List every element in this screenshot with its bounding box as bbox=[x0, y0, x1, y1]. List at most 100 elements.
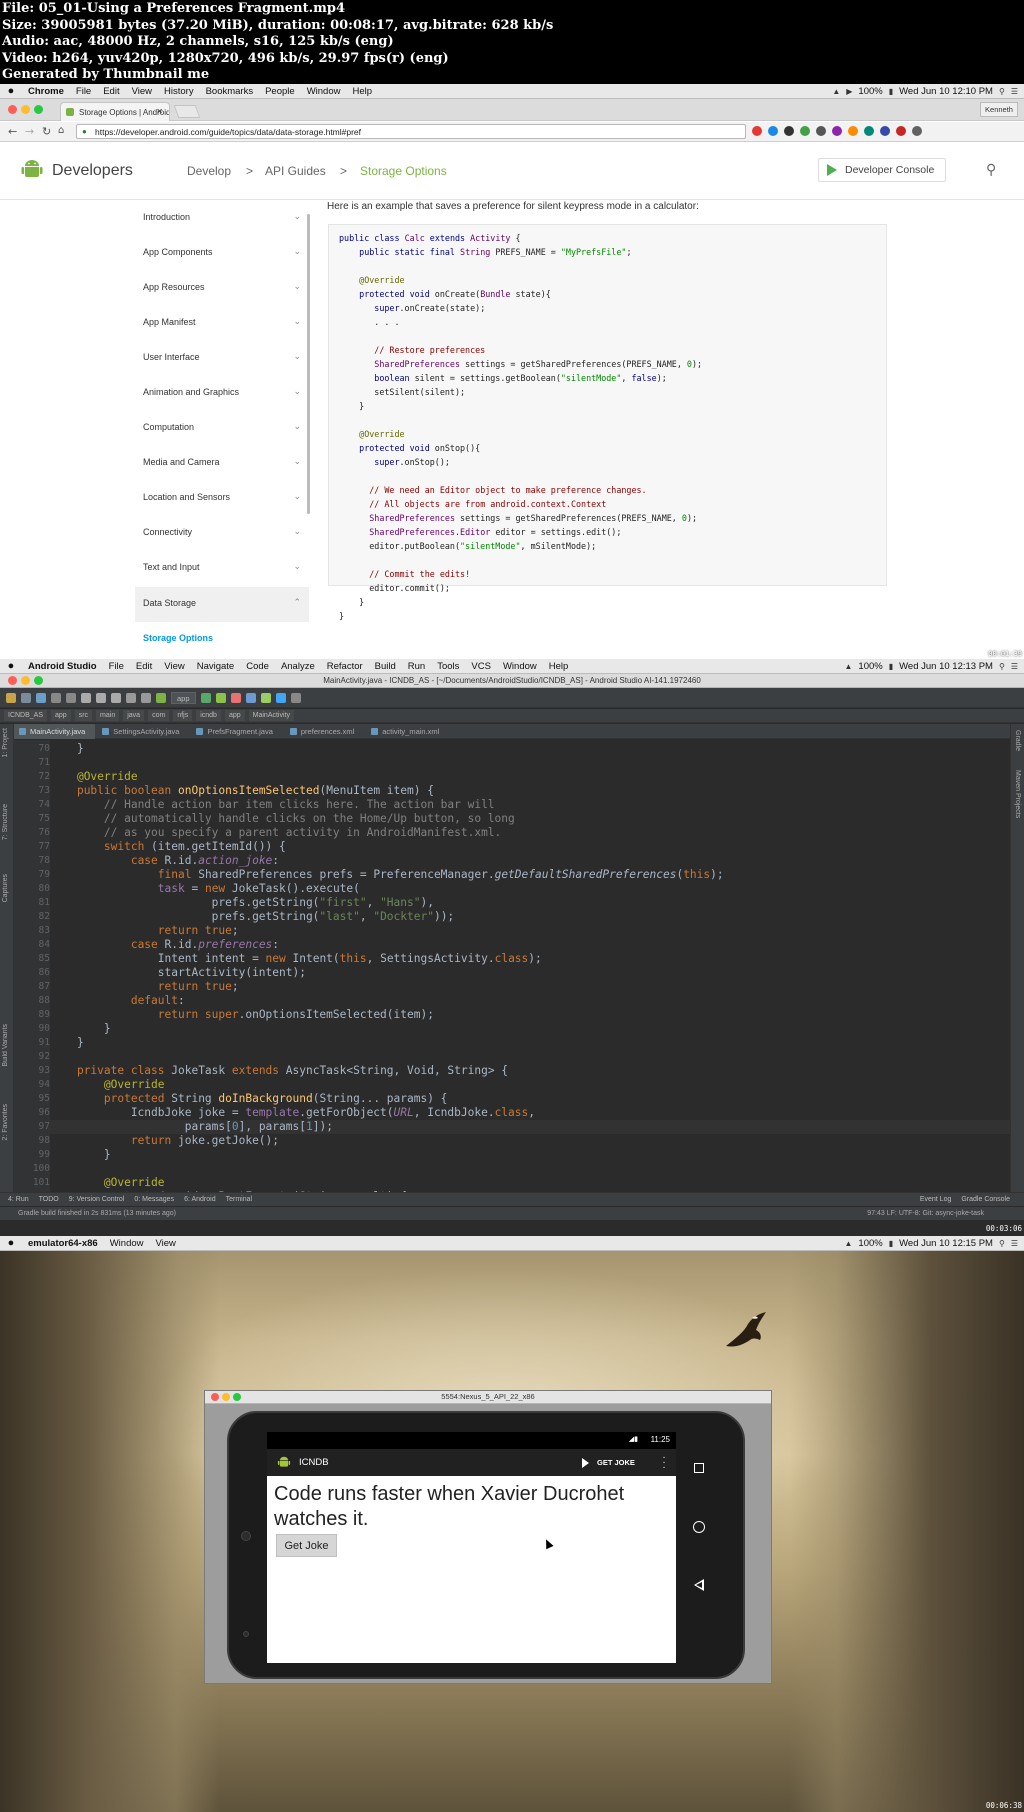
apple-icon[interactable]: ● bbox=[0, 660, 22, 672]
spotlight-icon[interactable]: ⚲ bbox=[999, 1239, 1005, 1248]
notification-icon[interactable]: ☰ bbox=[1011, 87, 1018, 96]
tool-gradle[interactable]: Gradle bbox=[1014, 730, 1021, 751]
spotlight-icon[interactable]: ⚲ bbox=[999, 662, 1005, 671]
notification-icon[interactable]: ☰ bbox=[1011, 1239, 1018, 1248]
home-icon[interactable] bbox=[693, 1521, 705, 1533]
battery-level[interactable]: 100% bbox=[858, 86, 882, 97]
back-icon[interactable] bbox=[694, 1579, 704, 1591]
menu-bookmarks[interactable]: Bookmarks bbox=[200, 86, 260, 97]
maximize-window-icon[interactable] bbox=[34, 676, 43, 685]
search-icon[interactable]: ⚲ bbox=[986, 162, 996, 178]
cut-icon[interactable] bbox=[81, 692, 91, 703]
close-window-icon[interactable] bbox=[8, 105, 17, 114]
close-window-icon[interactable] bbox=[8, 676, 17, 685]
profile-button[interactable]: Kenneth bbox=[980, 102, 1018, 117]
tool-project[interactable]: 1: Project bbox=[2, 728, 9, 758]
address-bar[interactable]: ● https://developer.android.com/guide/to… bbox=[76, 124, 746, 139]
get-joke-action[interactable]: GET JOKE bbox=[597, 1458, 635, 1467]
tab-settingsactivity[interactable]: SettingsActivity.java bbox=[97, 724, 189, 739]
reload-icon[interactable]: ↻ bbox=[42, 125, 51, 138]
menu-window[interactable]: Window bbox=[104, 1238, 150, 1249]
menubar-clock[interactable]: Wed Jun 10 12:15 PM bbox=[899, 1238, 993, 1249]
help-icon[interactable] bbox=[290, 692, 301, 703]
stop-icon[interactable] bbox=[230, 692, 241, 703]
nav-crumb[interactable]: com bbox=[148, 710, 170, 721]
menu-navigate[interactable]: Navigate bbox=[191, 661, 241, 672]
sidebar-item-data-storage[interactable]: Data Storage ⌃ bbox=[135, 587, 309, 622]
menu-refactor[interactable]: Refactor bbox=[321, 661, 369, 672]
emulator-title-bar[interactable]: 5554:Nexus_5_API_22_x86 bbox=[205, 1391, 771, 1404]
tool-build-variants[interactable]: Build Variants bbox=[2, 1024, 9, 1067]
extension-icon[interactable] bbox=[864, 126, 874, 136]
wifi-icon[interactable]: ▲ bbox=[832, 87, 840, 96]
tool-maven[interactable]: Maven Projects bbox=[1014, 770, 1021, 818]
close-window-icon[interactable] bbox=[211, 1393, 219, 1401]
extension-icon[interactable] bbox=[768, 126, 778, 136]
tool-structure[interactable]: 7: Structure bbox=[2, 804, 9, 840]
undo-icon[interactable] bbox=[51, 692, 61, 703]
menu-file[interactable]: File bbox=[70, 86, 97, 97]
menu-help[interactable]: Help bbox=[543, 661, 575, 672]
minimize-window-icon[interactable] bbox=[21, 676, 30, 685]
tool-version-control[interactable]: 9: Version Control bbox=[69, 1196, 125, 1203]
menubar-clock[interactable]: Wed Jun 10 12:13 PM bbox=[899, 661, 993, 672]
android-logo-icon[interactable] bbox=[20, 157, 44, 181]
tab-preferences-xml[interactable]: preferences.xml bbox=[285, 724, 364, 739]
close-tab-icon[interactable]: ✕ bbox=[156, 107, 163, 116]
maximize-window-icon[interactable] bbox=[34, 105, 43, 114]
sidebar-item-media[interactable]: Media and Camera ⌄ bbox=[135, 446, 309, 481]
replace-icon[interactable] bbox=[141, 692, 151, 703]
menu-people[interactable]: People bbox=[259, 86, 301, 97]
extension-icon[interactable] bbox=[800, 126, 810, 136]
redo-icon[interactable] bbox=[66, 692, 76, 703]
breadcrumb-api-guides[interactable]: API Guides bbox=[265, 164, 326, 178]
menu-tools[interactable]: Tools bbox=[431, 661, 465, 672]
menu-app[interactable]: Chrome bbox=[22, 86, 70, 97]
menu-analyze[interactable]: Analyze bbox=[275, 661, 321, 672]
menu-file[interactable]: File bbox=[103, 661, 130, 672]
menu-view[interactable]: View bbox=[126, 86, 158, 97]
notification-icon[interactable]: ☰ bbox=[1011, 662, 1018, 671]
extension-icon[interactable] bbox=[880, 126, 890, 136]
avd-manager-icon[interactable] bbox=[245, 692, 256, 703]
browser-tab[interactable]: Storage Options | Android ✕ bbox=[60, 102, 170, 121]
sidebar-item-user-interface[interactable]: User Interface ⌄ bbox=[135, 341, 309, 376]
extension-icon[interactable] bbox=[784, 126, 794, 136]
run-icon[interactable] bbox=[200, 692, 211, 703]
minimize-window-icon[interactable] bbox=[21, 105, 30, 114]
menu-window[interactable]: Window bbox=[301, 86, 347, 97]
open-folder-icon[interactable] bbox=[6, 692, 16, 703]
android-monitor-icon[interactable] bbox=[275, 692, 286, 703]
apple-icon[interactable]: ● bbox=[0, 85, 22, 97]
tab-activity-main-xml[interactable]: activity_main.xml bbox=[366, 724, 449, 739]
extension-icon[interactable] bbox=[896, 126, 906, 136]
run-configuration-select[interactable]: app bbox=[171, 691, 196, 704]
nav-crumb[interactable]: icndb bbox=[196, 710, 221, 721]
maximize-window-icon[interactable] bbox=[233, 1393, 241, 1401]
menu-app[interactable]: Android Studio bbox=[22, 661, 103, 672]
play-icon[interactable] bbox=[582, 1458, 589, 1468]
battery-icon[interactable]: ▮ bbox=[889, 1239, 893, 1248]
copy-icon[interactable] bbox=[96, 692, 106, 703]
nav-crumb[interactable]: ICNDB_AS bbox=[4, 710, 48, 721]
site-title[interactable]: Developers bbox=[52, 162, 133, 180]
menu-build[interactable]: Build bbox=[369, 661, 402, 672]
sidebar-item-app-components[interactable]: App Components ⌄ bbox=[135, 236, 309, 271]
battery-icon[interactable]: ▮ bbox=[889, 87, 893, 96]
extension-icon[interactable] bbox=[816, 126, 826, 136]
tool-android[interactable]: 6: Android bbox=[184, 1196, 216, 1203]
overflow-menu-icon[interactable]: · · · bbox=[661, 1453, 667, 1473]
forward-icon[interactable]: → bbox=[25, 125, 34, 138]
tab-prefsfragment[interactable]: PrefsFragment.java bbox=[191, 724, 282, 739]
sdk-manager-icon[interactable] bbox=[260, 692, 271, 703]
battery-level[interactable]: 100% bbox=[858, 661, 882, 672]
tool-captures[interactable]: Captures bbox=[2, 874, 9, 902]
menu-code[interactable]: Code bbox=[240, 661, 275, 672]
sidebar-item-app-manifest[interactable]: App Manifest ⌄ bbox=[135, 306, 309, 341]
battery-icon[interactable]: ▮ bbox=[889, 662, 893, 671]
tab-mainactivity[interactable]: MainActivity.java bbox=[14, 724, 96, 739]
volume-icon[interactable]: ▶ bbox=[846, 87, 852, 96]
status-info[interactable]: 97:43 LF: UTF-8: Git: async-joke-task bbox=[867, 1210, 984, 1217]
nav-crumb[interactable]: nfjs bbox=[173, 710, 193, 721]
menu-view[interactable]: View bbox=[158, 661, 190, 672]
